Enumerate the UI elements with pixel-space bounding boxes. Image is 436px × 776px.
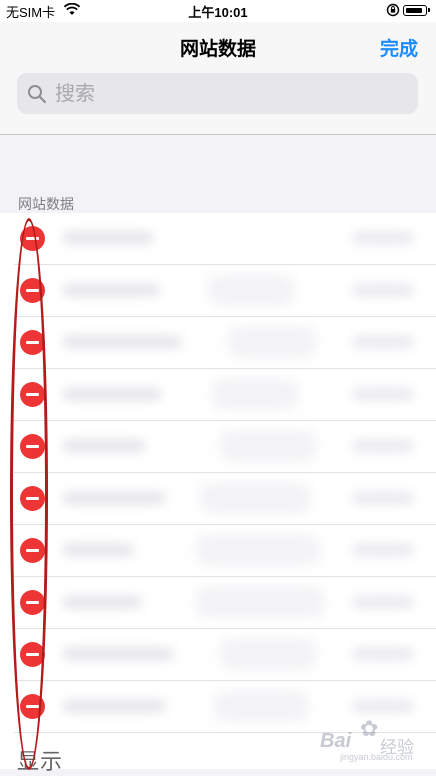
- search-input[interactable]: [53, 73, 407, 116]
- blurred-site-size: [352, 231, 414, 245]
- list-item[interactable]: [0, 317, 436, 369]
- minus-circle-icon[interactable]: [20, 382, 45, 407]
- watermark-brand: Bai: [320, 730, 352, 752]
- blurred-region: [212, 379, 298, 409]
- blurred-region: [220, 431, 316, 461]
- watermark-url: jingyan.baidu.com: [340, 752, 413, 762]
- blurred-site-name: [62, 491, 166, 505]
- blurred-region: [214, 691, 308, 721]
- orientation-lock-icon: [386, 3, 400, 20]
- blurred-region: [196, 535, 320, 565]
- list-item[interactable]: [0, 473, 436, 525]
- blurred-site-size: [352, 699, 414, 713]
- blurred-site-name: [62, 231, 154, 245]
- list-item[interactable]: [0, 525, 436, 577]
- search-bar[interactable]: [17, 73, 418, 116]
- blurred-region: [196, 587, 324, 617]
- blurred-region: [200, 483, 310, 513]
- blurred-region: [208, 275, 294, 305]
- blurred-site-size: [352, 647, 414, 661]
- done-button[interactable]: 完成: [380, 34, 418, 61]
- list-item[interactable]: [0, 265, 436, 317]
- blurred-site-name: [62, 387, 162, 401]
- status-bar: 无SIM卡 上午10:01: [0, 0, 436, 22]
- blurred-site-size: [352, 595, 414, 609]
- list-item[interactable]: [0, 213, 436, 265]
- section-header: 网站数据: [18, 196, 74, 212]
- blurred-site-name: [62, 595, 142, 609]
- minus-circle-icon[interactable]: [20, 538, 45, 563]
- blurred-site-size: [352, 543, 414, 557]
- minus-circle-icon[interactable]: [20, 694, 45, 719]
- list-item[interactable]: [0, 369, 436, 421]
- minus-circle-icon[interactable]: [20, 434, 45, 459]
- minus-circle-icon[interactable]: [20, 330, 45, 355]
- list-item[interactable]: [0, 421, 436, 473]
- blurred-site-name: [62, 543, 134, 557]
- blurred-site-size: [352, 439, 414, 453]
- list-item[interactable]: [0, 577, 436, 629]
- minus-circle-icon[interactable]: [20, 226, 45, 251]
- minus-circle-icon[interactable]: [20, 590, 45, 615]
- blurred-region: [220, 639, 316, 669]
- navigation-bar: 网站数据 完成: [0, 22, 436, 135]
- blurred-site-size: [352, 283, 414, 297]
- partial-footer-text: 显示: [17, 749, 64, 774]
- blurred-site-name: [62, 699, 166, 713]
- paw-icon: ✿: [360, 716, 379, 741]
- blurred-region: [228, 327, 316, 357]
- website-data-list: [0, 213, 436, 769]
- search-icon: [27, 84, 47, 109]
- blurred-site-name: [62, 647, 174, 661]
- battery-icon: [403, 5, 430, 16]
- minus-circle-icon[interactable]: [20, 278, 45, 303]
- blurred-site-size: [352, 387, 414, 401]
- blurred-site-name: [62, 335, 182, 349]
- blurred-site-name: [62, 283, 160, 297]
- status-time: 上午10:01: [188, 5, 248, 20]
- watermark-logo: ✿ Bai 经验 jingyan.baidu.com: [320, 716, 430, 762]
- list-item[interactable]: [0, 629, 436, 681]
- minus-circle-icon[interactable]: [20, 486, 45, 511]
- minus-circle-icon[interactable]: [20, 642, 45, 667]
- blurred-site-name: [62, 439, 146, 453]
- page-title: 网站数据: [179, 39, 256, 60]
- blurred-site-size: [352, 491, 414, 505]
- blurred-site-size: [352, 335, 414, 349]
